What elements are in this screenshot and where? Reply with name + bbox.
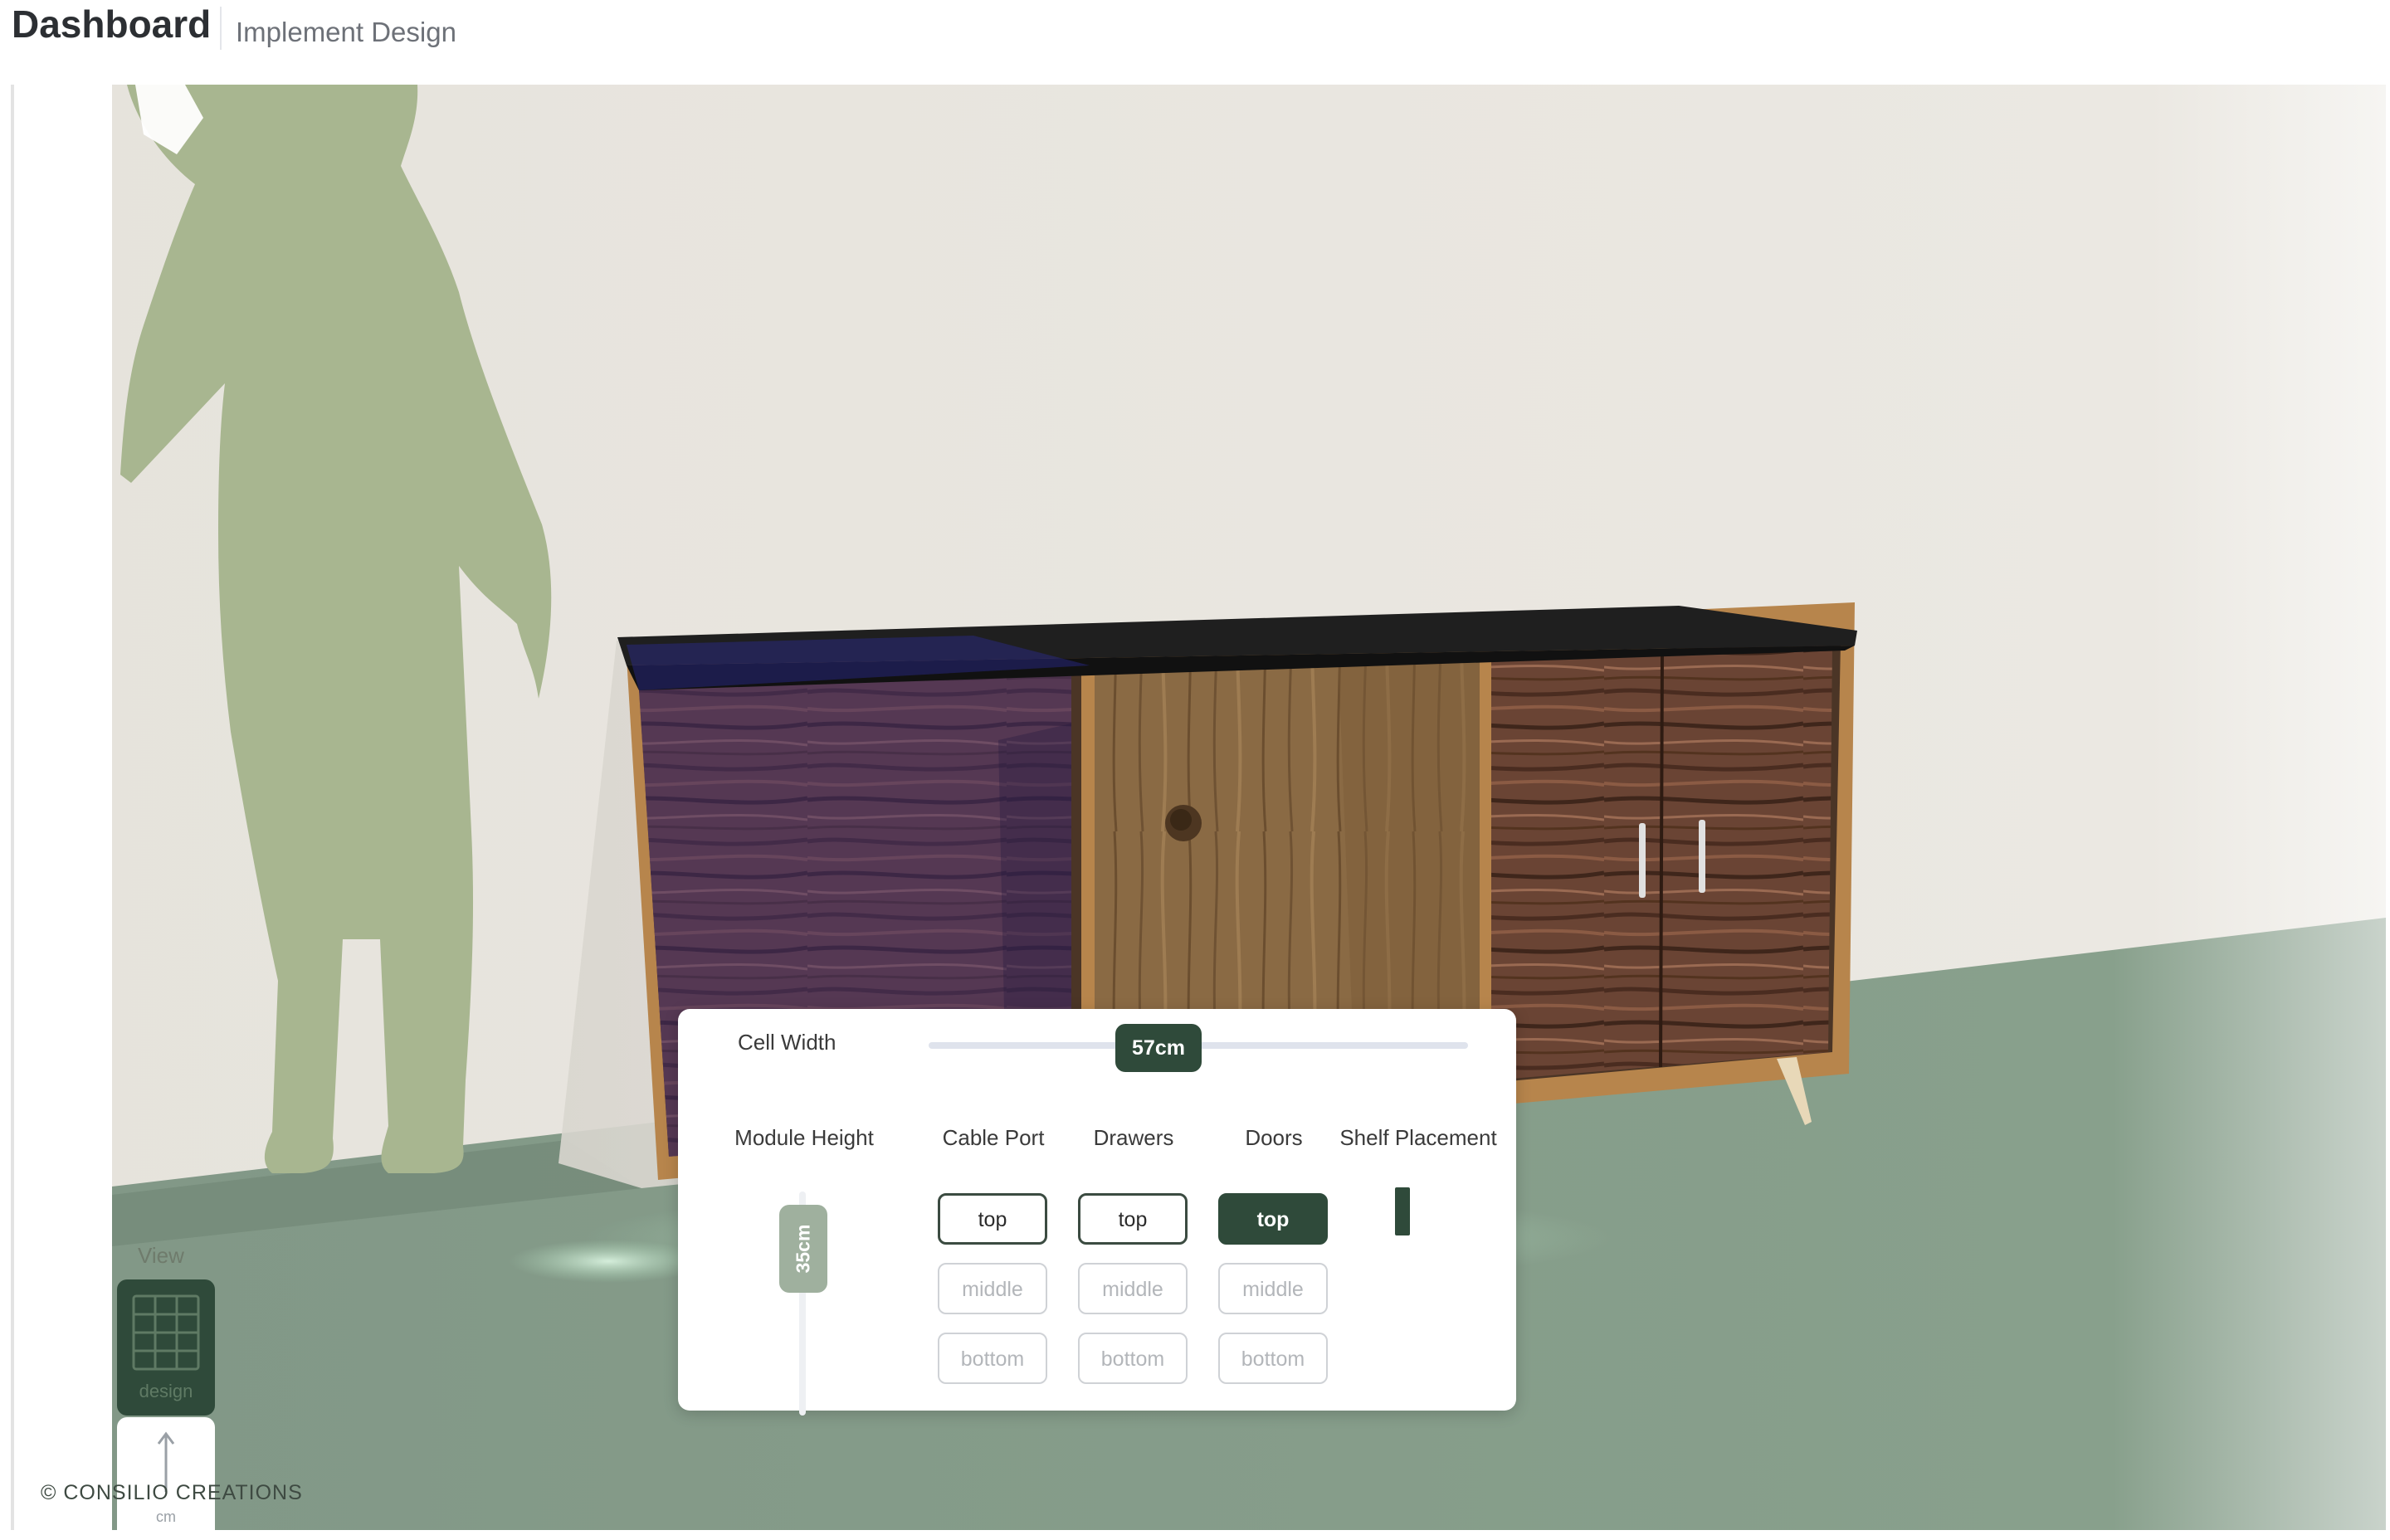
- doors-bottom-option[interactable]: bottom: [1218, 1333, 1328, 1384]
- view-design-label: design: [139, 1381, 193, 1401]
- module-height-slider-handle[interactable]: 35cm: [779, 1205, 827, 1293]
- module-height-label: Module Height: [734, 1125, 874, 1150]
- header-divider: [220, 7, 222, 50]
- view-cm-button[interactable]: cm: [117, 1417, 215, 1530]
- cable-port-bottom-option[interactable]: bottom: [938, 1333, 1047, 1384]
- doors-top-option[interactable]: top: [1218, 1193, 1328, 1245]
- breadcrumb-subtitle: Implement Design: [236, 17, 456, 47]
- doors-label: Doors: [1245, 1125, 1303, 1150]
- view-design-button[interactable]: design: [117, 1279, 215, 1416]
- 3d-viewport[interactable]: Cell Width 57cm Module Height Cable Port…: [11, 85, 2386, 1530]
- cell-width-slider-handle[interactable]: 57cm: [1115, 1024, 1202, 1072]
- shelf-placement-label: Shelf Placement: [1339, 1125, 1497, 1150]
- doors-middle-option[interactable]: middle: [1218, 1263, 1328, 1314]
- copyright-text: © CONSILIO CREATIONS: [41, 1481, 303, 1504]
- grid-icon: [132, 1294, 200, 1371]
- cable-port-middle-option[interactable]: middle: [938, 1263, 1047, 1314]
- app-header: Dashboard Implement Design: [0, 0, 2390, 85]
- cable-port-label: Cable Port: [942, 1125, 1045, 1150]
- cable-port-top-option[interactable]: top: [938, 1193, 1047, 1245]
- module-height-value: 35cm: [792, 1224, 814, 1274]
- drawers-label: Drawers: [1093, 1125, 1174, 1150]
- module-config-panel: Cell Width 57cm Module Height Cable Port…: [678, 1009, 1516, 1416]
- drawers-bottom-option[interactable]: bottom: [1078, 1333, 1188, 1384]
- drawers-top-option[interactable]: top: [1078, 1193, 1188, 1245]
- page-title: Dashboard: [12, 2, 212, 46]
- cell-width-label: Cell Width: [738, 1030, 836, 1055]
- view-cm-label: cm: [156, 1508, 176, 1525]
- viewport-left-border: [11, 85, 14, 1530]
- shelf-placement-handle[interactable]: [1395, 1187, 1410, 1235]
- view-label: View: [138, 1243, 184, 1268]
- drawers-middle-option[interactable]: middle: [1078, 1263, 1188, 1314]
